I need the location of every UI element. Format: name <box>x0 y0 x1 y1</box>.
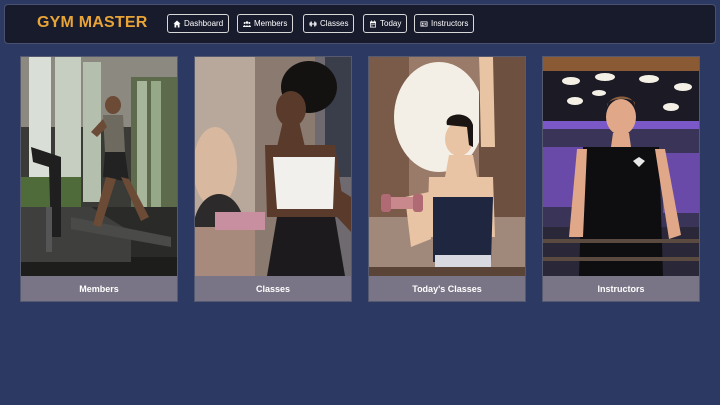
nav-today-label: Today <box>380 19 402 28</box>
classes-card[interactable]: Classes <box>194 56 352 302</box>
top-navbar: GYM MASTER Dashboard Members Classes Tod… <box>4 4 716 44</box>
dumbbell-workout-photo <box>369 57 525 276</box>
instructors-card-title[interactable]: Instructors <box>543 276 699 301</box>
nav-instructors-label: Instructors <box>431 19 469 28</box>
instructor-boxing-ring-photo <box>543 57 699 276</box>
dumbbell-icon <box>309 21 317 26</box>
todays-classes-card[interactable]: Today's Classes <box>368 56 526 302</box>
nav-dashboard-label: Dashboard <box>184 19 224 28</box>
nav-members-label: Members <box>254 19 288 28</box>
calendar-icon <box>370 20 376 27</box>
instructors-card[interactable]: Instructors <box>542 56 700 302</box>
nav-classes-button[interactable]: Classes <box>303 14 355 33</box>
nav-dashboard-button[interactable]: Dashboard <box>167 14 230 33</box>
users-icon <box>243 20 251 27</box>
nav-members-button[interactable]: Members <box>237 14 294 33</box>
members-card-title[interactable]: Members <box>21 276 177 301</box>
nav-instructors-button[interactable]: Instructors <box>414 14 475 33</box>
nav-today-button[interactable]: Today <box>363 14 408 33</box>
classes-card-title[interactable]: Classes <box>195 276 351 301</box>
nav-classes-label: Classes <box>320 19 349 28</box>
fitness-class-woman-photo <box>195 57 351 276</box>
id-card-icon <box>420 21 428 26</box>
todays-classes-card-title[interactable]: Today's Classes <box>369 276 525 301</box>
home-icon <box>173 20 181 27</box>
brand-title[interactable]: GYM MASTER <box>37 14 147 32</box>
treadmill-runner-photo <box>21 57 177 276</box>
members-card[interactable]: Members <box>20 56 178 302</box>
